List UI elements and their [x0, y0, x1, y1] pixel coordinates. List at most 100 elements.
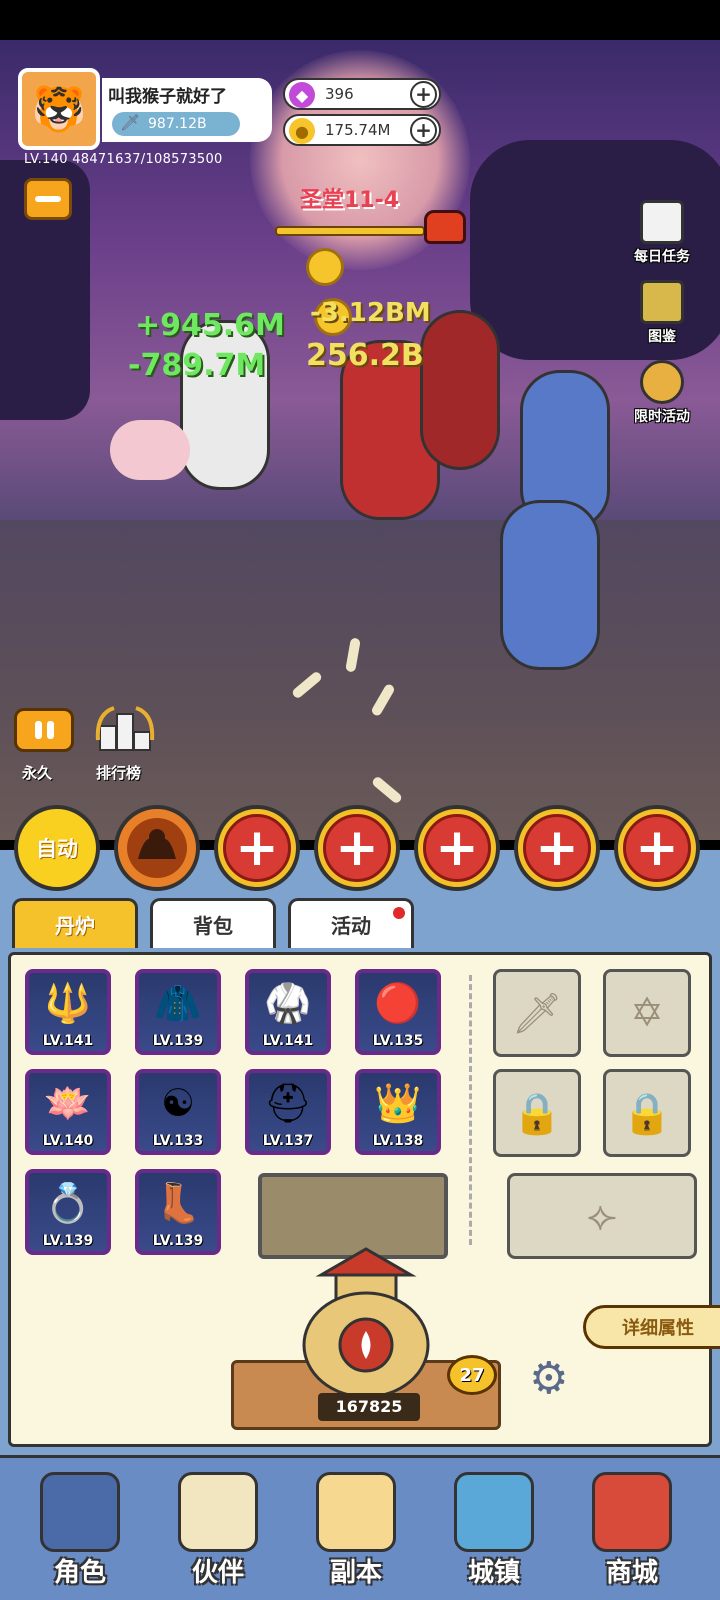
tab-label: 丹炉: [55, 914, 95, 938]
equipment-item[interactable]: 💍 LV.139: [25, 1169, 111, 1255]
ring-icon: 💍: [44, 1181, 92, 1225]
daily-task-label: 每日任务: [634, 249, 690, 265]
empty-skill-slot[interactable]: +: [514, 805, 600, 891]
bottom-navigation: 角色 伙伴 副本 城镇 商城: [0, 1455, 720, 1600]
nav-label: 副本: [329, 1558, 382, 1588]
add-gems-button[interactable]: +: [410, 81, 437, 108]
armor-icon: 🥋: [264, 981, 312, 1025]
pause-button[interactable]: [14, 708, 74, 752]
pet-sheep: [110, 420, 190, 480]
dungeon-scroll-icon: [316, 1472, 396, 1552]
empty-skill-slot[interactable]: +: [314, 805, 400, 891]
locked-slot[interactable]: 🔒: [493, 1069, 581, 1157]
nav-label: 商城: [605, 1558, 658, 1588]
weapon-slot[interactable]: 🗡: [493, 969, 581, 1057]
enemy-swordsman: [500, 500, 600, 670]
nav-label: 伙伴: [191, 1558, 244, 1588]
skill-bar: 自动 + + + + +: [0, 795, 720, 895]
item-level: LV.138: [372, 1133, 424, 1149]
crown-icon: 👑: [374, 1081, 422, 1125]
item-level: LV.135: [372, 1033, 424, 1049]
empty-skill-slot[interactable]: +: [414, 805, 500, 891]
leaderboard-button[interactable]: [94, 704, 156, 756]
phoenix-orb-icon: 🔴: [374, 981, 422, 1025]
equipment-item[interactable]: 👢 LV.139: [135, 1169, 221, 1255]
add-gold-button[interactable]: +: [410, 117, 437, 144]
plus-icon: +: [223, 814, 291, 882]
damage-number: -3.12BM: [310, 298, 431, 328]
limited-event-button[interactable]: 限时活动: [612, 360, 712, 426]
equipment-item[interactable]: ⛑ LV.137: [245, 1069, 331, 1155]
nav-character[interactable]: 角色: [20, 1466, 140, 1596]
character-icon: [40, 1472, 120, 1552]
item-level: LV.139: [152, 1033, 204, 1049]
shop-icon: [592, 1472, 672, 1552]
tab-activity[interactable]: 活动: [288, 898, 414, 948]
empty-skill-slot[interactable]: +: [214, 805, 300, 891]
leaderboard-icon: [95, 706, 155, 751]
alchemy-furnace-icon[interactable]: [281, 1235, 451, 1405]
tiger-avatar-icon: 🐯: [31, 84, 87, 135]
equipment-item[interactable]: 🥋 LV.141: [245, 969, 331, 1055]
item-level: LV.140: [42, 1133, 94, 1149]
furnace-content: 🔱 LV.141 🧥 LV.139 🥋 LV.141 🔴 LV.135 🪷 LV.140 …: [8, 952, 720, 1447]
auto-battle-button[interactable]: 自动: [14, 805, 100, 891]
detail-attributes-button[interactable]: 详细属性: [583, 1305, 720, 1349]
item-level: LV.141: [262, 1033, 314, 1049]
equipment-item[interactable]: 👑 LV.138: [355, 1069, 441, 1155]
notification-badge: [391, 905, 407, 921]
boots-icon: 👢: [154, 1181, 202, 1225]
gold-coin-drop: [306, 248, 344, 286]
tab-label: 活动: [331, 914, 371, 938]
item-level: LV.133: [152, 1133, 204, 1149]
locked-slot[interactable]: 🔒: [603, 1069, 691, 1157]
pause-icon: [34, 721, 42, 739]
damage-number: -789.7M: [128, 348, 266, 383]
partner-icon: [178, 1472, 258, 1552]
daily-task-button[interactable]: 每日任务: [612, 200, 712, 266]
collapse-button[interactable]: [24, 178, 72, 220]
spear-icon: 🔱: [44, 981, 92, 1025]
hexagram-icon: ✡: [630, 990, 664, 1036]
divider: [469, 975, 472, 1245]
gold-coin-icon: ●: [289, 118, 315, 144]
nav-shop[interactable]: 商城: [572, 1466, 692, 1596]
player-avatar[interactable]: 🐯: [18, 68, 100, 150]
gem-value: 396: [325, 85, 354, 103]
minus-icon: [35, 196, 61, 202]
equipment-item[interactable]: 🔴 LV.135: [355, 969, 441, 1055]
damage-number: 256.2B: [306, 338, 424, 373]
boss-demon-icon[interactable]: [424, 210, 466, 244]
codex-button[interactable]: 图鉴: [612, 280, 712, 346]
equipment-item[interactable]: 🔱 LV.141: [25, 969, 111, 1055]
player-character: [180, 320, 270, 490]
cloak-icon: 🧥: [154, 981, 202, 1025]
hero-skill-button[interactable]: [114, 805, 200, 891]
empty-skill-slot[interactable]: +: [614, 805, 700, 891]
nav-dungeon[interactable]: 副本: [296, 1466, 416, 1596]
gem-icon: ◆: [289, 82, 315, 108]
talisman-slot[interactable]: ✡: [603, 969, 691, 1057]
gear-icon[interactable]: ⚙: [529, 1353, 568, 1404]
tab-backpack[interactable]: 背包: [150, 898, 276, 948]
gold-value: 175.74M: [325, 121, 391, 139]
player-name-plate: 叫我猴子就好了 🗡 987.12B: [102, 78, 272, 142]
equipment-item[interactable]: 🧥 LV.139: [135, 969, 221, 1055]
furnace-count: 167825: [318, 1393, 420, 1421]
artifact-slot[interactable]: ⟣: [507, 1173, 697, 1259]
equipment-item[interactable]: 🪷 LV.140: [25, 1069, 111, 1155]
pause-label: 永久: [22, 764, 53, 782]
player-name: 叫我猴子就好了: [108, 87, 227, 107]
combat-power-value: 987.12B: [148, 116, 207, 132]
bagua-icon: ☯: [160, 1081, 196, 1125]
item-level: LV.139: [42, 1233, 94, 1249]
damage-number: +945.6M: [135, 308, 285, 343]
equipment-item[interactable]: ☯ LV.133: [135, 1069, 221, 1155]
tab-alchemy-furnace[interactable]: 丹炉: [12, 898, 138, 948]
town-icon: [454, 1472, 534, 1552]
combat-power: 🗡 987.12B: [112, 112, 240, 136]
nav-town[interactable]: 城镇: [434, 1466, 554, 1596]
nav-partner[interactable]: 伙伴: [158, 1466, 278, 1596]
battle-scene: 🐯 叫我猴子就好了 🗡 987.12B LV.140 48471637/1085…: [0, 40, 720, 840]
codex-label: 图鉴: [648, 329, 676, 345]
